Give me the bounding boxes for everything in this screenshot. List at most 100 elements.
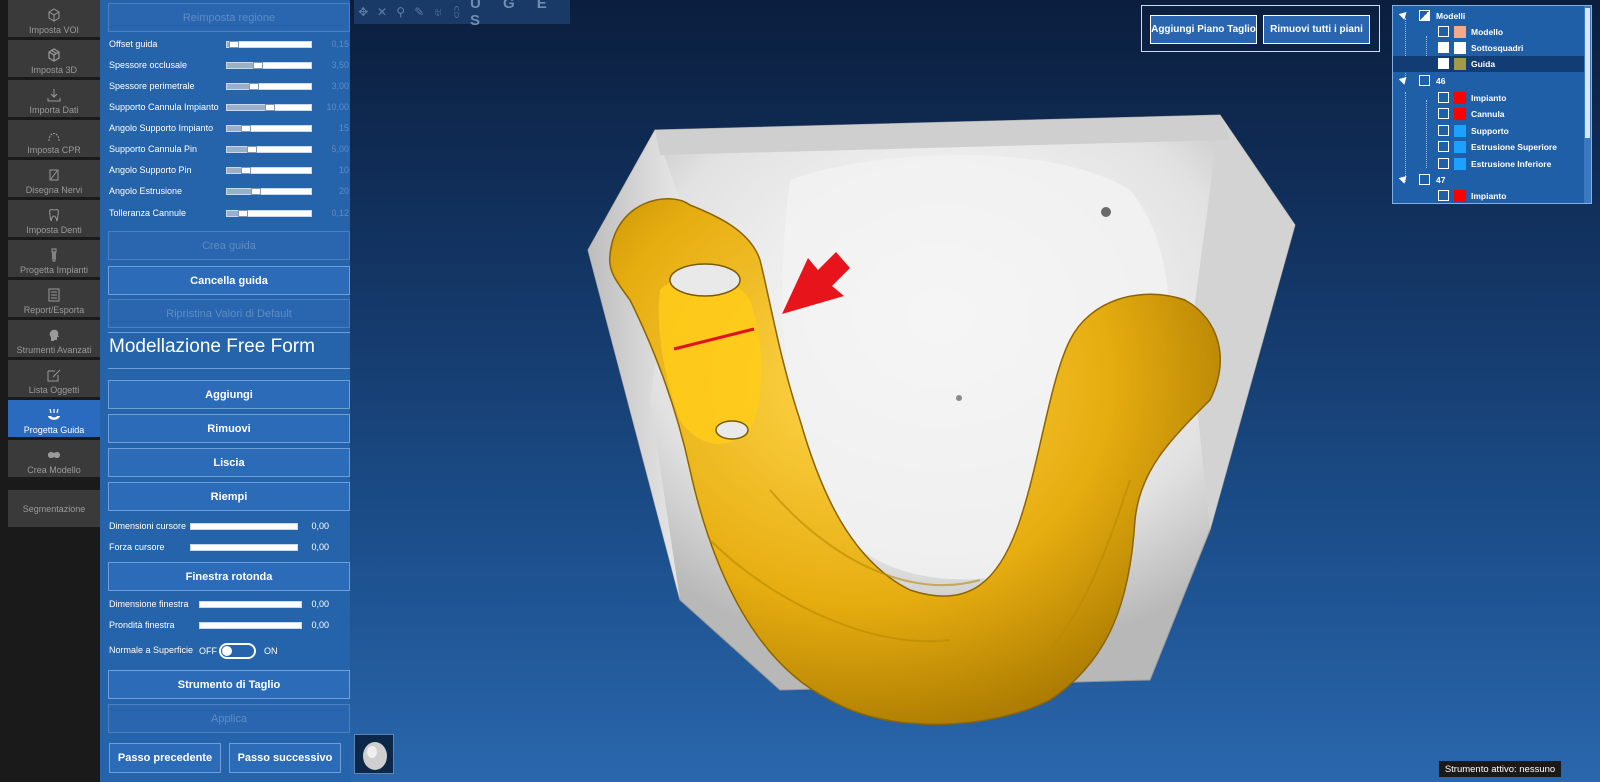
tree-node-impianto-46[interactable]: Impianto bbox=[1393, 90, 1585, 106]
slider-track[interactable] bbox=[226, 146, 312, 153]
slider-angolo-supporto-pin[interactable]: Angolo Supporto Pin 10 bbox=[109, 164, 349, 178]
checkbox[interactable] bbox=[1419, 75, 1430, 86]
teeth-icon[interactable]: ♅ bbox=[429, 1, 448, 23]
sidebar-item-importa-dati[interactable]: Importa Dati bbox=[8, 80, 100, 117]
move-icon[interactable]: ✥ bbox=[354, 1, 373, 23]
tree-scrollbar[interactable] bbox=[1584, 6, 1591, 203]
slider-track[interactable] bbox=[226, 210, 312, 217]
sidebar-item-strumenti-avanzati[interactable]: Strumenti Avanzati bbox=[8, 320, 100, 357]
close-icon[interactable]: ✕ bbox=[373, 1, 392, 23]
slider-offset-guida[interactable]: Offset guida 0,15 bbox=[109, 38, 349, 52]
slider-window-depth[interactable]: Prondità finestra 0,00 bbox=[109, 619, 349, 633]
tree-node-sottosquadri[interactable]: Sottosquadri bbox=[1393, 40, 1585, 56]
slider-handle[interactable] bbox=[265, 104, 275, 111]
scrollbar-thumb[interactable] bbox=[1585, 8, 1590, 138]
slider-spessore-perimetrale[interactable]: Spessore perimetrale 3,00 bbox=[109, 80, 349, 94]
tree-node-modello[interactable]: Modello bbox=[1393, 24, 1585, 40]
tree-node-47[interactable]: 47 bbox=[1393, 172, 1585, 188]
tree-node-modelli[interactable]: Modelli bbox=[1393, 8, 1585, 24]
sidebar-item-report-esporta[interactable]: Report/Esporta bbox=[8, 280, 100, 317]
slider-spessore-occlusale[interactable]: Spessore occlusale 3,50 bbox=[109, 59, 349, 73]
add-button[interactable]: Aggiungi bbox=[108, 380, 350, 409]
checkbox[interactable] bbox=[1438, 190, 1449, 201]
tree-node-impianto-47[interactable]: Impianto bbox=[1393, 188, 1585, 203]
sidebar-item-imposta-voi[interactable]: Imposta VOI bbox=[8, 0, 100, 37]
next-step-button[interactable]: Passo successivo bbox=[229, 743, 341, 773]
sidebar-item-segmentazione[interactable]: Segmentazione bbox=[8, 490, 100, 527]
slider-track[interactable] bbox=[190, 544, 298, 551]
checkbox[interactable] bbox=[1438, 125, 1449, 136]
slider-track[interactable] bbox=[226, 83, 312, 90]
checkbox[interactable] bbox=[1438, 158, 1449, 169]
slider-handle[interactable] bbox=[249, 83, 259, 90]
tree-node-supporto[interactable]: Supporto bbox=[1393, 123, 1585, 139]
tree-node-cannula[interactable]: Cannula bbox=[1393, 106, 1585, 122]
create-guide-button[interactable]: Crea guida bbox=[108, 231, 350, 260]
view-orientation-letters[interactable]: U G E S bbox=[470, 0, 570, 29]
slider-track[interactable] bbox=[226, 41, 312, 48]
slider-handle[interactable] bbox=[238, 210, 248, 217]
fill-button[interactable]: Riempi bbox=[108, 482, 350, 511]
checkbox[interactable] bbox=[1438, 26, 1449, 37]
checkbox[interactable] bbox=[1438, 42, 1449, 53]
tree-node-46[interactable]: 46 bbox=[1393, 73, 1585, 89]
smooth-button[interactable]: Liscia bbox=[108, 448, 350, 477]
checkbox[interactable] bbox=[1438, 108, 1449, 119]
slider-handle[interactable] bbox=[247, 146, 257, 153]
slider-angolo-estrusione[interactable]: Angolo Estrusione 20 bbox=[109, 185, 349, 199]
sidebar-item-disegna-nervi[interactable]: Disegna Nervi bbox=[8, 160, 100, 197]
checkbox[interactable] bbox=[1438, 58, 1449, 69]
slider-track[interactable] bbox=[199, 601, 302, 608]
restore-defaults-button[interactable]: Ripristina Valori di Default bbox=[108, 299, 350, 328]
round-window-button[interactable]: Finestra rotonda bbox=[108, 562, 350, 591]
remove-all-planes-button[interactable]: Rimuovi tutti i piani bbox=[1263, 15, 1370, 44]
cut-tool-button[interactable]: Strumento di Taglio bbox=[108, 670, 350, 699]
expand-icon[interactable] bbox=[1398, 74, 1410, 85]
reset-region-button[interactable]: Reimposta regione bbox=[108, 3, 350, 32]
slider-track[interactable] bbox=[226, 167, 312, 174]
arch-icon[interactable]: ⩉ bbox=[447, 1, 466, 23]
slider-track[interactable] bbox=[226, 62, 312, 69]
implant-tool-icon[interactable]: ⚲ bbox=[391, 1, 410, 23]
checkbox[interactable] bbox=[1438, 92, 1449, 103]
expand-icon[interactable] bbox=[1398, 173, 1410, 184]
delete-guide-button[interactable]: Cancella guida bbox=[108, 266, 350, 295]
sidebar-item-progetta-impianti[interactable]: Progetta Impianti bbox=[8, 240, 100, 277]
slider-angolo-supporto-impianto[interactable]: Angolo Supporto Impianto 15 bbox=[109, 122, 349, 136]
slider-handle[interactable] bbox=[229, 41, 239, 48]
slider-cursor-force[interactable]: Forza cursore 0,00 bbox=[109, 541, 349, 555]
checkbox[interactable] bbox=[1419, 174, 1430, 185]
sidebar-item-crea-modello[interactable]: Crea Modello bbox=[8, 440, 100, 477]
previous-step-button[interactable]: Passo precedente bbox=[109, 743, 221, 773]
slider-cursor-size[interactable]: Dimensioni cursore 0,00 bbox=[109, 520, 349, 534]
checkbox[interactable] bbox=[1419, 10, 1430, 21]
remove-button[interactable]: Rimuovi bbox=[108, 414, 350, 443]
orientation-head-widget[interactable] bbox=[354, 734, 394, 774]
slider-track[interactable] bbox=[226, 188, 312, 195]
sidebar-item-lista-oggetti[interactable]: Lista Oggetti bbox=[8, 360, 100, 397]
slider-handle[interactable] bbox=[251, 188, 261, 195]
slider-track[interactable] bbox=[199, 622, 302, 629]
slider-window-size[interactable]: Dimensione finestra 0,00 bbox=[109, 598, 349, 612]
tree-node-estrusione-superiore[interactable]: Estrusione Superiore bbox=[1393, 139, 1585, 155]
normal-surface-toggle[interactable] bbox=[219, 643, 256, 659]
slider-track[interactable] bbox=[226, 125, 312, 132]
3d-viewport[interactable]: ✥ ✕ ⚲ ✎ ♅ ⩉ U G E S Aggiungi Piano Tagli… bbox=[350, 0, 1600, 782]
slider-handle[interactable] bbox=[253, 62, 263, 69]
sidebar-item-imposta-cpr[interactable]: Imposta CPR bbox=[8, 120, 100, 157]
slider-tolleranza-cannule[interactable]: Tolleranza Cannule 0,12 bbox=[109, 207, 349, 221]
slider-supporto-cannula-pin[interactable]: Supporto Cannula Pin 5,00 bbox=[109, 143, 349, 157]
checkbox[interactable] bbox=[1438, 141, 1449, 152]
sidebar-item-imposta-denti[interactable]: Imposta Denti bbox=[8, 200, 100, 237]
draw-icon[interactable]: ✎ bbox=[410, 1, 429, 23]
apply-button[interactable]: Applica bbox=[108, 704, 350, 733]
slider-handle[interactable] bbox=[241, 167, 251, 174]
sidebar-item-imposta-3d[interactable]: Imposta 3D bbox=[8, 40, 100, 77]
slider-supporto-cannula-impianto[interactable]: Supporto Cannula Impianto 10,00 bbox=[109, 101, 349, 115]
slider-handle[interactable] bbox=[241, 125, 251, 132]
sidebar-item-progetta-guida[interactable]: Progetta Guida bbox=[8, 400, 100, 437]
expand-icon[interactable] bbox=[1398, 9, 1410, 20]
add-cut-plane-button[interactable]: Aggiungi Piano Taglio bbox=[1150, 15, 1257, 44]
slider-track[interactable] bbox=[190, 523, 298, 530]
slider-track[interactable] bbox=[226, 104, 312, 111]
